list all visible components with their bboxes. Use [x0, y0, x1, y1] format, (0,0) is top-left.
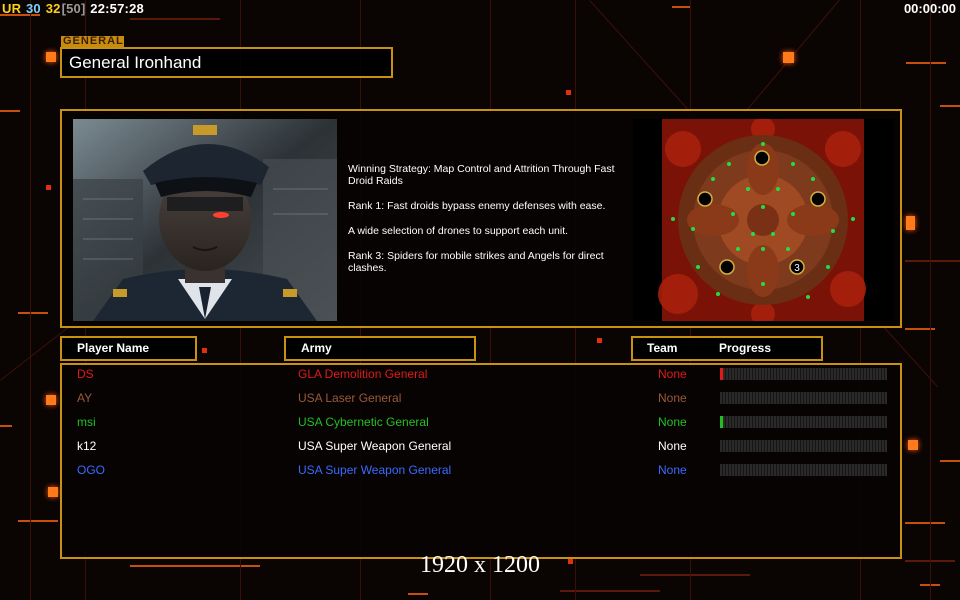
player-name: AY — [77, 391, 93, 405]
player-team: None — [658, 391, 687, 405]
player-name: msi — [77, 415, 96, 429]
hud-stat-30: 30 — [26, 1, 41, 16]
map-start-label: 3 — [794, 263, 800, 274]
hud-stat-32: 32 — [45, 1, 61, 16]
progress-fill — [720, 416, 723, 428]
player-team: None — [658, 439, 687, 453]
header-player-name-label: Player Name — [77, 341, 150, 355]
general-name: General Ironhand — [69, 53, 202, 72]
player-team: None — [658, 463, 687, 477]
progress-bar — [720, 464, 887, 476]
header-army-label: Army — [301, 341, 332, 355]
header-player-name[interactable]: Player Name — [60, 336, 197, 361]
player-row[interactable]: msi USA Cybernetic General None — [62, 411, 900, 433]
player-row[interactable]: OGO USA Super Weapon General None — [62, 459, 900, 481]
general-portrait — [73, 119, 337, 321]
general-description: Winning Strategy: Map Control and Attrit… — [348, 163, 638, 287]
map-preview[interactable]: 3 — [633, 117, 893, 326]
general-name-box: General Ironhand — [60, 47, 393, 78]
hud-stat-ur: UR — [2, 1, 22, 16]
header-team[interactable]: Team — [647, 338, 677, 359]
progress-bar — [720, 368, 887, 380]
player-row[interactable]: AY USA Laser General None — [62, 387, 900, 409]
player-army: USA Super Weapon General — [298, 439, 452, 453]
player-army: USA Cybernetic General — [298, 415, 429, 429]
player-army: USA Laser General — [298, 391, 402, 405]
hud-clock: 22:57:28 — [90, 1, 144, 16]
player-team: None — [658, 415, 687, 429]
header-progress[interactable]: Progress — [719, 338, 771, 359]
player-team: None — [658, 367, 687, 381]
hud-stat-50: [50] — [61, 1, 86, 16]
description-strategy: Winning Strategy: Map Control and Attrit… — [348, 163, 615, 187]
player-list: DS GLA Demolition General None AY USA Laser … — [60, 363, 902, 559]
progress-bar — [720, 392, 887, 404]
player-row[interactable]: k12 USA Super Weapon General None — [62, 435, 900, 457]
header-team-progress: Team Progress — [631, 336, 823, 361]
description-rank3: Rank 3: Spiders for mobile strikes and A… — [348, 250, 604, 274]
player-name: k12 — [77, 439, 97, 453]
description-drones: A wide selection of drones to support ea… — [348, 225, 569, 237]
hud-stats: UR 30 32[50] 22:57:28 — [2, 1, 145, 16]
hud-timer: 00:00:00 — [903, 1, 956, 16]
general-info-panel: Winning Strategy: Map Control and Attrit… — [60, 109, 902, 328]
progress-fill — [720, 368, 723, 380]
general-tag: GENERAL — [61, 35, 124, 47]
player-army: GLA Demolition General — [298, 367, 428, 381]
progress-bar — [720, 440, 887, 452]
player-name: DS — [77, 367, 94, 381]
player-row[interactable]: DS GLA Demolition General None — [62, 363, 900, 385]
header-army[interactable]: Army — [284, 336, 476, 361]
resolution-text: 1920 x 1200 — [420, 552, 540, 578]
player-name: OGO — [77, 463, 106, 477]
description-rank1: Rank 1: Fast droids bypass enemy defense… — [348, 200, 606, 212]
progress-bar — [720, 416, 887, 428]
player-army: USA Super Weapon General — [298, 463, 452, 477]
